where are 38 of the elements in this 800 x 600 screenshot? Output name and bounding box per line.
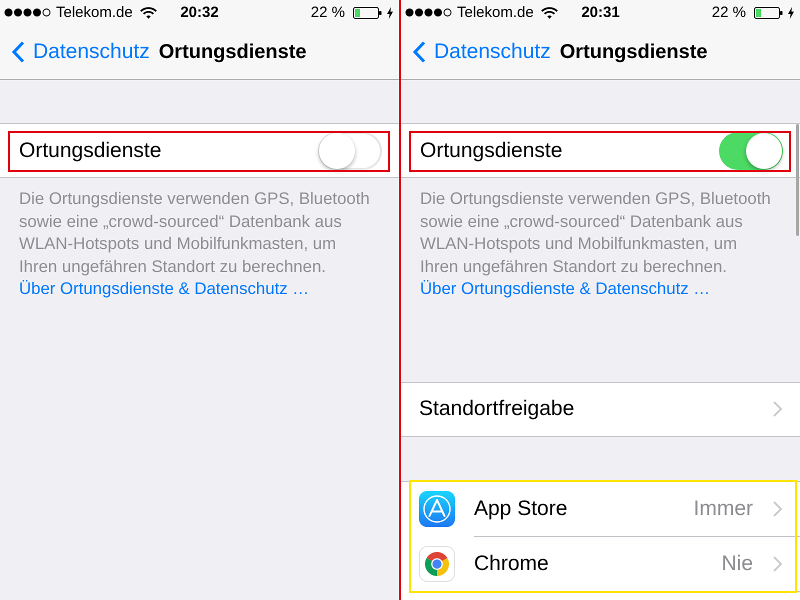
battery-percentage: 22 % <box>310 5 345 20</box>
wifi-icon <box>140 6 157 18</box>
carrier-name: Telekom.de <box>56 5 133 20</box>
battery-icon <box>754 6 783 18</box>
navigation-title: Ortungsdienste <box>158 40 307 65</box>
battery-percentage: 22 % <box>712 5 746 20</box>
app-name: App Store <box>474 496 568 522</box>
row-label: Ortungsdienste <box>420 138 562 164</box>
wifi-icon <box>540 6 558 18</box>
back-button[interactable]: Datenschutz <box>10 36 150 68</box>
chevron-right-icon <box>773 556 782 572</box>
chevron-right-icon <box>773 401 782 417</box>
permission-value: Immer <box>694 496 753 522</box>
segmented-ring-app-icon <box>419 546 455 582</box>
signal-dots-icon <box>405 8 452 17</box>
toggle-switch[interactable] <box>719 132 783 170</box>
carrier-name: Telekom.de <box>457 5 534 20</box>
back-chevron-icon <box>12 41 25 63</box>
permission-value: Nie <box>721 550 753 577</box>
battery-icon <box>353 6 382 18</box>
clock-time: 20:32 <box>180 5 219 20</box>
chevron-right-icon <box>773 500 782 516</box>
back-chevron-icon <box>413 41 426 63</box>
back-button[interactable]: Datenschutz <box>411 36 551 68</box>
navigation-title: Ortungsdienste <box>560 40 708 65</box>
privacy-link[interactable]: Über Ortungsdienste & Datenschutz … <box>19 279 310 298</box>
clock-time: 20:31 <box>581 5 620 20</box>
signal-dots-icon <box>4 8 51 17</box>
app-name: Chrome <box>474 550 550 577</box>
footer-text: Die Ortungsdienste verwenden GPS, Bluetooth sowie eine „crowd-sourced“ Datenbank aus WLAN-Hotspots und Mobilfunkmasten, um Ihren ungefähren Standort zu berechnen. Über Ortungsdienste & Datenschutz … <box>419 188 772 300</box>
row-label: Ortungsdienste <box>19 138 162 164</box>
charging-bolt-icon <box>387 6 393 18</box>
letter-a-app-icon <box>419 491 455 527</box>
toggle-switch[interactable] <box>318 132 382 170</box>
row-label: Standortfreigabe <box>419 396 576 422</box>
charging-bolt-icon <box>788 6 794 18</box>
privacy-link[interactable]: Über Ortungsdienste & Datenschutz … <box>420 279 710 298</box>
footer-text: Die Ortungsdienste verwenden GPS, Bluetooth sowie eine „crowd-sourced“ Datenbank aus WLAN-Hotspots und Mobilfunkmasten, um Ihren ungefähren Standort zu berechnen. Über Ortungsdienste & Datenschutz … <box>18 188 371 300</box>
